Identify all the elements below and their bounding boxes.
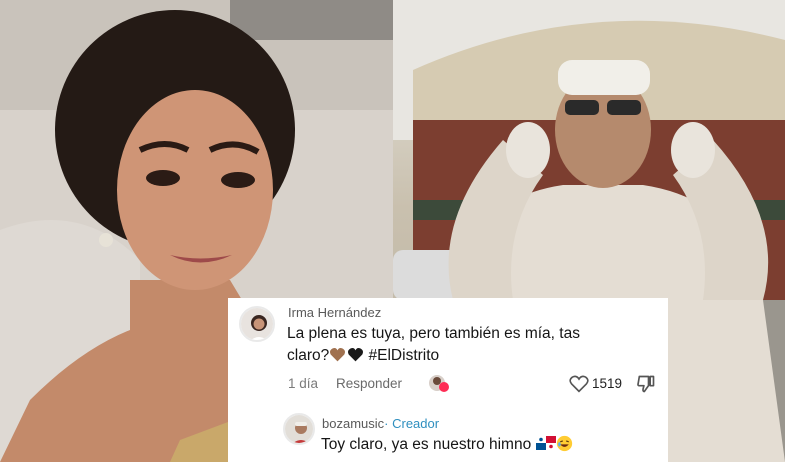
reply-text: Toy claro, ya es nuestro himno — [321, 436, 532, 453]
comment-text-line1: La plena es tuya, pero también es mía, t… — [287, 325, 580, 342]
brown-heart-emoji — [329, 347, 346, 364]
panama-flag-emoji — [535, 436, 556, 453]
thumbs-down-icon[interactable] — [636, 374, 656, 399]
creator-separator: · — [384, 416, 389, 431]
like-count: 1519 — [592, 376, 623, 391]
creator-avatar[interactable] — [283, 413, 315, 445]
creator-reply-text: Toy claro, ya es nuestro himno — [321, 434, 573, 456]
heart-outline-icon[interactable] — [569, 375, 589, 398]
laughing-emoji — [556, 435, 573, 453]
reply-button[interactable]: Responder — [336, 376, 402, 391]
comment-time: 1 día — [288, 376, 319, 391]
creator-badge: Creador — [392, 416, 440, 431]
comment-hashtag[interactable]: #ElDistrito — [369, 347, 440, 364]
creator-username-row: bozamusic· Creador — [322, 416, 439, 431]
black-heart-emoji — [346, 347, 364, 364]
commenter-avatar[interactable] — [239, 306, 275, 342]
reaction-avatar-icon[interactable] — [428, 373, 450, 393]
comment-text-line2: claro? — [287, 347, 330, 364]
comment-text: La plena es tuya, pero también es mía, t… — [287, 323, 580, 367]
creator-username[interactable]: bozamusic — [322, 416, 384, 431]
comment-username[interactable]: Irma Hernández — [288, 305, 381, 320]
